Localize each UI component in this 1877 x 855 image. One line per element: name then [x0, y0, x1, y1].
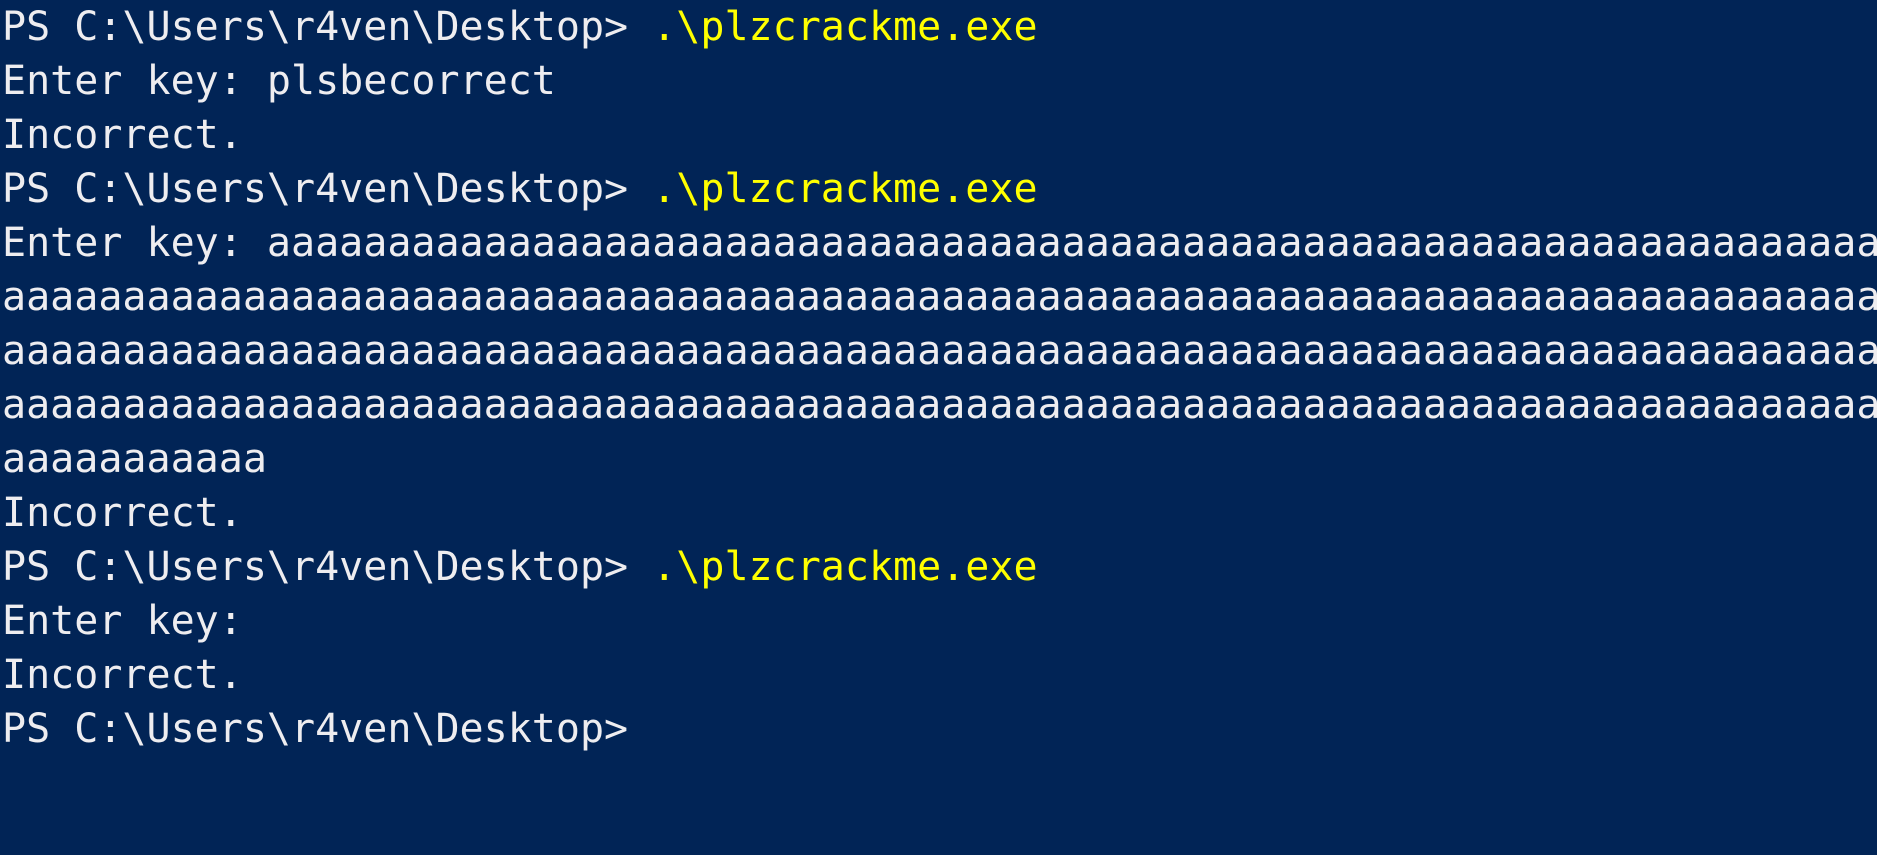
active-prompt-line[interactable]: PS C:\Users\r4ven\Desktop>	[2, 702, 1877, 756]
prompt-text: PS C:\Users\r4ven\Desktop>	[2, 4, 653, 50]
command-text: .\plzcrackme.exe	[652, 166, 1038, 212]
output-line: Enter key: plsbecorrect	[2, 58, 556, 104]
output-line: Enter key:	[2, 598, 243, 644]
command-text: .\plzcrackme.exe	[652, 544, 1038, 590]
output-line: Incorrect.	[2, 490, 243, 536]
output-line: aaaaaaaaaaa	[2, 436, 267, 482]
output-line: aaaaaaaaaaaaaaaaaaaaaaaaaaaaaaaaaaaaaaaa…	[2, 382, 1877, 428]
output-line: aaaaaaaaaaaaaaaaaaaaaaaaaaaaaaaaaaaaaaaa…	[2, 328, 1877, 374]
command-text: .\plzcrackme.exe	[652, 4, 1038, 50]
output-line: Enter key: aaaaaaaaaaaaaaaaaaaaaaaaaaaaa…	[2, 220, 1877, 266]
prompt-text: PS C:\Users\r4ven\Desktop>	[2, 166, 653, 212]
output-line: Incorrect.	[2, 652, 243, 698]
powershell-terminal[interactable]: PS C:\Users\r4ven\Desktop> .\plzcrackme.…	[0, 0, 1877, 855]
output-line: aaaaaaaaaaaaaaaaaaaaaaaaaaaaaaaaaaaaaaaa…	[2, 274, 1877, 320]
prompt-line: PS C:\Users\r4ven\Desktop> .\plzcrackme.…	[2, 0, 1877, 54]
prompt-line: PS C:\Users\r4ven\Desktop> .\plzcrackme.…	[2, 162, 1877, 216]
prompt-text: PS C:\Users\r4ven\Desktop>	[2, 544, 653, 590]
output-line: Incorrect.	[2, 112, 243, 158]
prompt-line: PS C:\Users\r4ven\Desktop> .\plzcrackme.…	[2, 540, 1877, 594]
prompt-text: PS C:\Users\r4ven\Desktop>	[2, 706, 653, 752]
